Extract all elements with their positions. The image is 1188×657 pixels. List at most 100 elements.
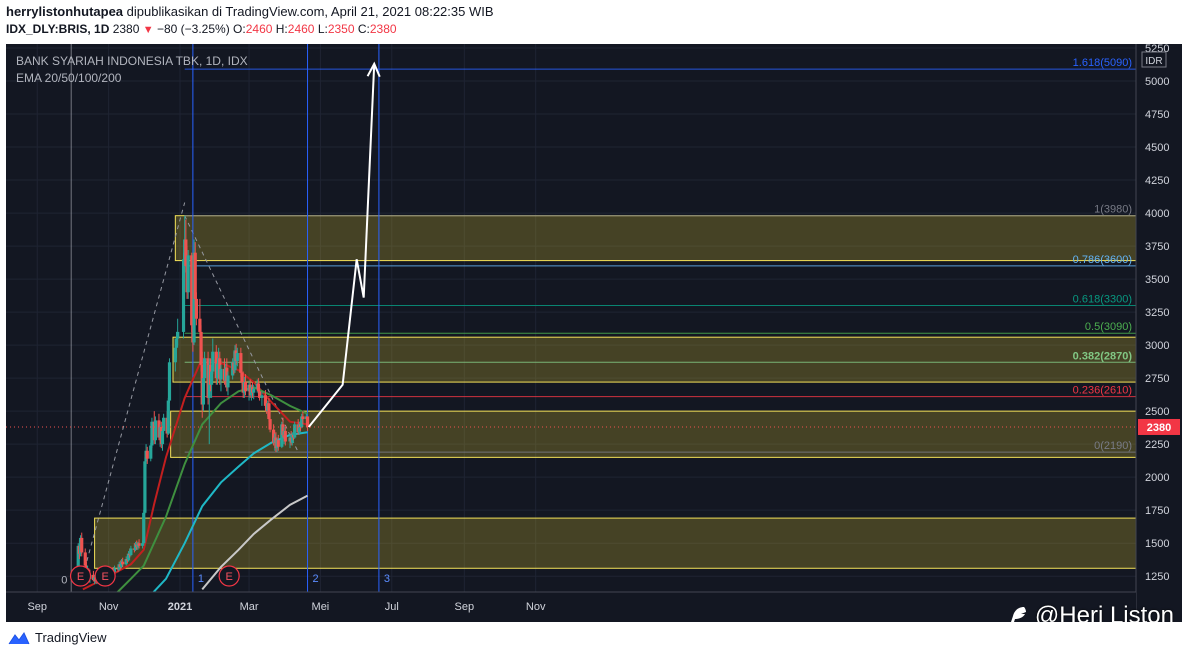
time-cycle-label: 3 <box>384 573 390 585</box>
price-tick-label: 4500 <box>1145 142 1169 154</box>
currency-label: IDR <box>1145 56 1162 67</box>
last-price-label: 2380 <box>1147 422 1171 434</box>
fib-level-label: 0.5(3090) <box>1085 321 1132 333</box>
candle-body <box>176 331 180 339</box>
close-label: C: <box>357 22 370 36</box>
time-tick-label: Sep <box>27 601 47 613</box>
candle-body <box>121 561 125 565</box>
candle <box>167 358 172 404</box>
candle-body <box>276 440 280 447</box>
time-cycle-label: 1 <box>198 573 204 585</box>
price-tick-label: 5000 <box>1145 76 1169 88</box>
candle-body <box>143 461 147 513</box>
price-tick-label: 2250 <box>1145 439 1169 451</box>
support-resistance-zone <box>174 215 1137 262</box>
close-value: 2380 <box>369 22 397 36</box>
candle-body <box>145 450 149 459</box>
candle-body <box>293 424 297 438</box>
earnings-marker: E <box>218 565 240 587</box>
candle-body <box>142 512 146 544</box>
publish-text: dipublikasikan di TradingView.com, April… <box>126 4 494 19</box>
time-tick-label: Sep <box>455 601 475 613</box>
support-resistance-zone <box>172 336 1137 383</box>
fib-level-label: 0.236(2610) <box>1073 385 1132 397</box>
candle-body <box>219 368 223 380</box>
publish-info: herrylistonhutapea dipublikasikan di Tra… <box>6 4 494 19</box>
price-tick-label: 2000 <box>1145 472 1169 484</box>
earnings-marker: E <box>69 565 92 587</box>
low-value: 2350 <box>327 22 355 36</box>
fib-level-label: 0.382(2870) <box>1073 350 1133 362</box>
candle-body <box>166 400 170 434</box>
price-tick-label: 3250 <box>1145 307 1169 319</box>
fib-level-label: 0.618(3300) <box>1073 293 1132 305</box>
price-tick-label: 4250 <box>1145 175 1169 187</box>
candle-body <box>252 388 256 393</box>
earnings-marker: E <box>94 565 116 587</box>
fib-start-label: 0 <box>61 574 67 586</box>
earnings-marker-label: E <box>101 571 108 583</box>
price-tick-label: 3750 <box>1145 241 1169 253</box>
candle-body <box>283 430 287 442</box>
price-tick-label: 3000 <box>1145 340 1169 352</box>
candle-body <box>153 420 158 441</box>
ohlc-info: IDX_DLY:BRIS, 1D 2380 ▼ −80 (−3.25%) O:2… <box>6 22 397 36</box>
time-tick-label: 2021 <box>168 601 192 613</box>
footer: TradingView <box>0 622 1188 657</box>
candle-body <box>226 375 230 388</box>
candle-body <box>167 362 172 401</box>
high-value: 2460 <box>287 22 315 36</box>
candle-body <box>162 417 166 431</box>
price-change: −80 (−3.25%) <box>156 22 230 36</box>
high-label: H: <box>275 22 288 36</box>
time-tick-label: Jul <box>385 601 399 613</box>
candle <box>142 510 146 545</box>
open-label: O: <box>233 22 246 36</box>
candle-body <box>194 298 198 319</box>
earnings-marker-label: E <box>225 571 232 583</box>
chart-area[interactable]: 0 0(2190) 0.236(2610) 0.382(2870) 0.5(3090)… <box>6 43 1182 622</box>
price-tick-label: 2750 <box>1145 373 1169 385</box>
author-name[interactable]: herrylistonhutapea <box>6 4 123 19</box>
price-tick-label: 4750 <box>1145 109 1169 121</box>
price-tick-label: 1500 <box>1145 538 1169 550</box>
candle <box>186 250 190 299</box>
fib-level-label: 1.618(5090) <box>1073 57 1132 69</box>
tradingview-logo-icon <box>8 631 30 644</box>
fib-level-label: 1(3980) <box>1094 204 1132 216</box>
candle-body <box>301 416 305 420</box>
earnings-marker-label: E <box>77 571 84 583</box>
candle-body <box>80 537 84 553</box>
low-label: L: <box>317 22 328 36</box>
candle-body <box>193 252 197 299</box>
open-value: 2460 <box>245 22 273 36</box>
candle <box>153 416 158 445</box>
price-tick-label: 2500 <box>1145 406 1169 418</box>
price-tick-label: 3500 <box>1145 274 1169 286</box>
candle-body <box>129 548 133 556</box>
candle-body <box>186 255 190 293</box>
candle-body <box>211 351 215 372</box>
time-tick-label: Mei <box>312 601 330 613</box>
time-axis[interactable]: Sep Nov 2021 Mar Mei Jul Sep Nov <box>6 591 1136 622</box>
chart-header: herrylistonhutapea dipublikasikan di Tra… <box>0 0 1188 44</box>
price-axis[interactable]: 1250 1500 1750 2000 2250 2500 2750 3000 3250 3500… <box>1135 43 1182 622</box>
price-axis-background <box>1136 44 1182 622</box>
candle <box>166 397 170 435</box>
tradingview-brand: TradingView <box>35 630 107 645</box>
support-resistance-zone <box>94 517 1137 569</box>
tradingview-logo[interactable]: TradingView <box>8 630 107 645</box>
price-chart[interactable]: 0 0(2190) 0.236(2610) 0.382(2870) 0.5(3090)… <box>6 43 1182 622</box>
time-cycle-label: 2 <box>313 573 319 585</box>
symbol-label: IDX_DLY:BRIS, 1D <box>6 22 110 36</box>
down-arrow-icon: ▼ <box>142 24 154 36</box>
time-tick-label: Mar <box>240 601 259 613</box>
price-tick-label: 1250 <box>1145 571 1169 583</box>
candle-body <box>243 382 248 392</box>
candle-body <box>137 543 141 546</box>
chart-title: BANK SYARIAH INDONESIA TBK, 1D, IDX <box>16 54 248 68</box>
time-tick-label: Nov <box>526 601 546 613</box>
last-price: 2380 <box>112 22 140 36</box>
time-tick-label: Nov <box>99 601 119 613</box>
price-tick-label: 1750 <box>1145 505 1169 517</box>
